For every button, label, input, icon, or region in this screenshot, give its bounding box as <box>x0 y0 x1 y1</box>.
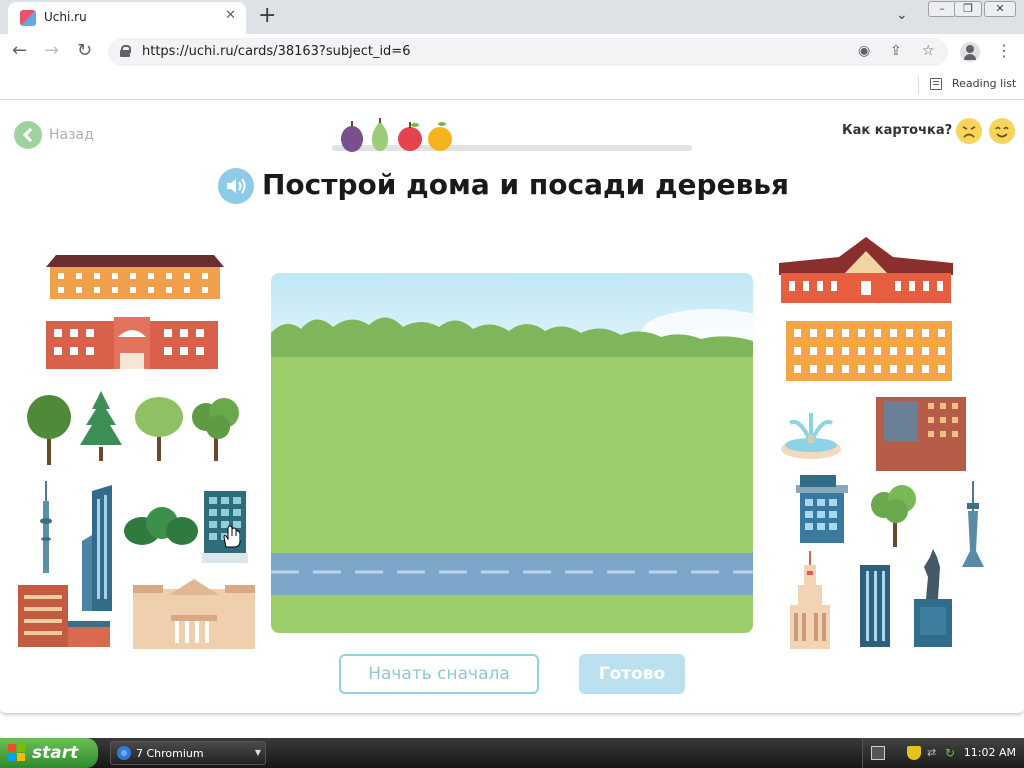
minimize-button[interactable]: – <box>928 1 956 17</box>
tab-close-icon[interactable]: ✕ <box>225 8 236 23</box>
network-icon[interactable]: ⇄ <box>927 746 941 760</box>
speaker-icon <box>227 178 246 194</box>
taskbar-window-label: 7 Chromium <box>136 746 204 760</box>
orange-house-piece[interactable] <box>46 251 224 299</box>
dislike-face-icon[interactable] <box>956 118 982 144</box>
twin-tower-piece[interactable] <box>860 565 892 647</box>
tv-tower-piece[interactable] <box>38 481 54 573</box>
sound-button[interactable] <box>218 168 254 204</box>
reload-icon[interactable]: ↻ <box>77 40 92 62</box>
share-icon[interactable]: ⇪ <box>890 43 902 59</box>
tab-search-chevron-icon[interactable]: ⌄ <box>896 7 908 23</box>
needle-tower-piece[interactable] <box>960 481 986 567</box>
windows-taskbar: start 7 Chromium ▼ ⇄ ↻ 11:02 AM <box>0 738 1024 768</box>
maximize-button[interactable]: ❐ <box>954 1 982 17</box>
profile-avatar-icon[interactable] <box>960 42 980 62</box>
university-piece[interactable] <box>133 575 255 649</box>
close-window-button[interactable]: ✕ <box>984 1 1016 17</box>
browser-tabbar: Uchi.ru ✕ + ⌄ – ❐ ✕ <box>0 0 1024 34</box>
blue-office-piece[interactable] <box>796 475 848 543</box>
round-tree-piece[interactable] <box>134 395 184 461</box>
bookmarks-bar: Reading list <box>0 70 1024 100</box>
reading-list-icon[interactable] <box>930 78 942 90</box>
orange-icon <box>428 122 452 151</box>
progress-fruits <box>341 118 452 152</box>
card-page: Назад Как карточка? Построй дома и посад… <box>0 101 1024 713</box>
start-label: start <box>32 743 79 763</box>
reading-list-link[interactable]: Reading list <box>952 77 1016 90</box>
fountain-piece[interactable] <box>780 407 842 459</box>
uchi-favicon-icon <box>20 10 36 26</box>
url-text[interactable]: https://uchi.ru/cards/38163?subject_id=6 <box>142 44 410 59</box>
security-shield-icon[interactable] <box>907 746 921 760</box>
fir-tree-piece[interactable] <box>78 391 124 461</box>
bushy-tree-piece[interactable] <box>190 395 242 461</box>
orange-block-piece[interactable] <box>786 321 952 381</box>
group-arrow-icon: ▼ <box>254 748 261 757</box>
stalin-tower-piece[interactable] <box>786 551 834 649</box>
oak-tree-piece[interactable] <box>26 393 72 465</box>
monument-piece[interactable] <box>912 547 954 647</box>
bookmarks-separator <box>918 76 919 94</box>
back-label: Назад <box>49 127 94 143</box>
back-button[interactable]: Назад <box>14 120 94 150</box>
keyboard-icon[interactable] <box>871 746 885 760</box>
apple-icon <box>398 122 422 151</box>
taskbar-chromium-group[interactable]: 7 Chromium ▼ <box>110 741 266 765</box>
rate-card-label: Как карточка? <box>842 123 953 138</box>
lock-icon[interactable] <box>120 45 131 57</box>
forward-arrow-icon[interactable]: → <box>44 40 59 62</box>
done-button[interactable]: Готово <box>579 654 685 694</box>
scene-drop-area[interactable] <box>271 273 753 633</box>
start-button[interactable]: start <box>0 738 98 768</box>
browser-menu-icon[interactable]: ⋮ <box>996 42 1012 60</box>
browser-toolbar: ← → ↻ https://uchi.ru/cards/38163?subjec… <box>0 34 1024 70</box>
manor-house-piece[interactable] <box>779 237 953 303</box>
back-chevron-icon <box>14 121 42 149</box>
restart-button[interactable]: Начать сначала <box>339 654 539 694</box>
windows-logo-icon <box>8 744 26 762</box>
eye-off-icon[interactable]: ◉ <box>858 43 870 59</box>
leafy-tree-piece[interactable] <box>870 483 920 547</box>
back-arrow-icon[interactable]: ← <box>12 40 27 62</box>
address-bar[interactable]: https://uchi.ru/cards/38163?subject_id=6… <box>108 38 948 66</box>
bushes-piece[interactable] <box>124 505 198 545</box>
update-icon[interactable]: ↻ <box>945 746 959 760</box>
red-office-piece[interactable] <box>876 397 968 471</box>
bookmark-star-icon[interactable]: ☆ <box>922 43 935 59</box>
tab-title: Uchi.ru <box>44 10 87 24</box>
plum-icon <box>341 121 363 152</box>
system-tray: ⇄ ↻ 11:02 AM <box>862 738 1024 768</box>
hand-cursor-icon <box>223 525 241 548</box>
clock[interactable]: 11:02 AM <box>964 746 1016 759</box>
brick-building-piece[interactable] <box>18 585 110 647</box>
new-tab-button[interactable]: + <box>258 3 276 29</box>
red-school-piece[interactable] <box>46 317 218 369</box>
task-title: Построй дома и посади деревья <box>262 168 789 201</box>
chromium-icon <box>117 746 131 760</box>
like-face-icon[interactable] <box>989 118 1015 144</box>
browser-tab[interactable]: Uchi.ru ✕ <box>8 2 246 34</box>
pear-icon <box>372 118 388 151</box>
